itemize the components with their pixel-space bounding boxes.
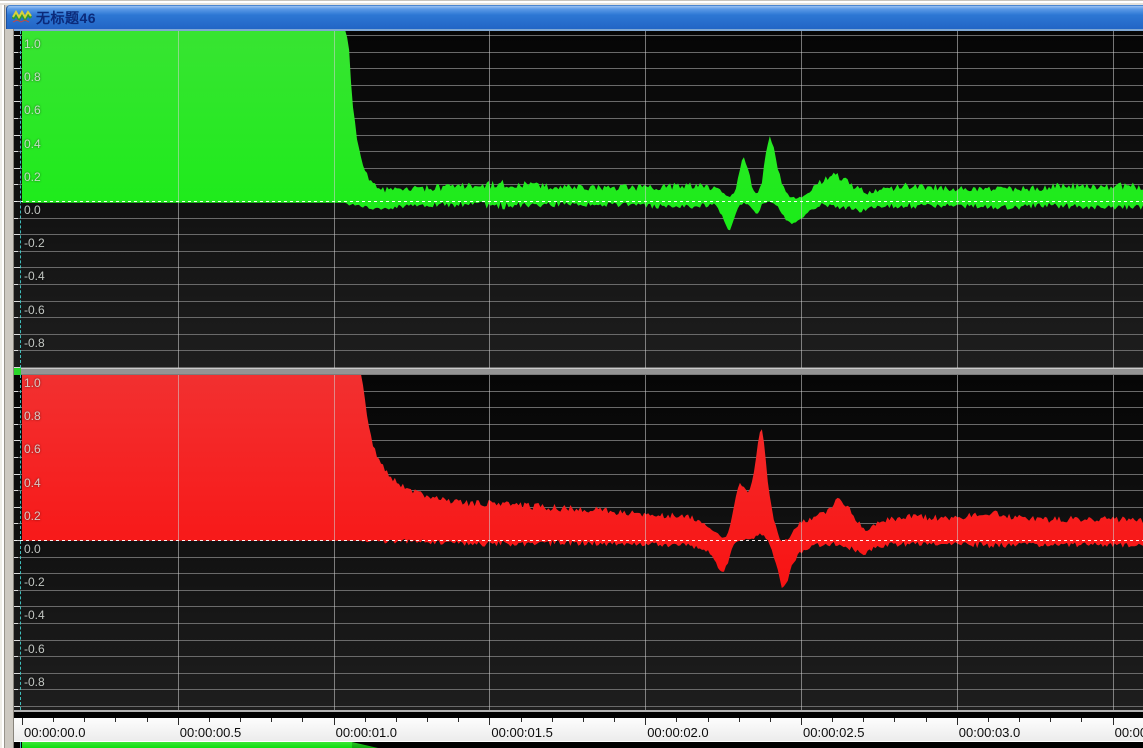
time-major-tick — [334, 718, 335, 725]
time-major-tick — [1113, 718, 1114, 725]
right-channel-waveform-svg — [14, 375, 1143, 710]
time-major-tick — [645, 718, 646, 725]
time-minor-tick — [84, 718, 85, 722]
time-minor-tick — [770, 718, 771, 722]
time-minor-tick — [676, 718, 677, 722]
time-major-tick — [801, 718, 802, 725]
time-minor-tick — [988, 718, 989, 722]
overview-taper — [352, 742, 378, 748]
selection-start-marker — [20, 742, 21, 748]
time-minor-tick — [863, 718, 864, 722]
time-label: 00:00:03.0 — [958, 725, 1021, 740]
window-title: 无标题46 — [36, 9, 97, 26]
time-label: 00:00:01.5 — [491, 725, 553, 740]
left-channel-waveform-svg — [14, 31, 1143, 368]
overview-filled-region — [22, 742, 352, 748]
waveform-zigzag-icon — [11, 10, 33, 25]
time-label: 00:00:02.0 — [647, 725, 709, 740]
time-minor-tick — [614, 718, 615, 722]
time-label: 00:00:00.5 — [179, 725, 242, 740]
selection-start-marker[interactable] — [20, 31, 21, 368]
right-channel-panel[interactable]: 1.0 0.8 0.6 0.4 0.2 0.0 -0.2 -0.4 -0.6 -0.8 — [14, 375, 1143, 710]
file-overview-strip[interactable] — [14, 742, 1143, 748]
time-label: 00:00:03.5 — [1114, 725, 1143, 740]
time-minor-tick — [209, 718, 210, 722]
time-minor-tick — [708, 718, 709, 722]
time-minor-tick — [1050, 718, 1051, 722]
time-minor-tick — [583, 718, 584, 722]
sound-window: 无标题46 1.0 0.8 0.6 0.4 0.2 0.0 -0.2 -0.4 -0.6 -0.8… — [0, 0, 1143, 748]
channel-splitter[interactable] — [14, 368, 1143, 375]
splitter-handle[interactable] — [14, 368, 21, 375]
window-left-frame — [0, 5, 14, 748]
time-minor-tick — [115, 718, 116, 722]
time-minor-tick — [147, 718, 148, 722]
time-label: 00:00:01.0 — [335, 725, 398, 740]
time-major-tick — [178, 718, 179, 725]
time-major-tick — [489, 718, 490, 725]
time-minor-tick — [240, 718, 241, 722]
time-major-tick — [957, 718, 958, 725]
selection-start-marker[interactable] — [20, 375, 21, 710]
time-ruler[interactable]: 00:00:00.0 00:00:00.5 00:00:01.0 00:00:01.5… — [14, 718, 1143, 741]
title-bar[interactable]: 无标题46 — [6, 5, 1143, 29]
time-minor-tick — [1019, 718, 1020, 722]
time-minor-tick — [832, 718, 833, 722]
time-minor-tick — [427, 718, 428, 722]
time-minor-tick — [552, 718, 553, 722]
time-label: 00:00:02.5 — [803, 725, 865, 740]
left-channel-panel[interactable]: 1.0 0.8 0.6 0.4 0.2 0.0 -0.2 -0.4 -0.6 -0.8 — [14, 31, 1143, 368]
time-minor-tick — [926, 718, 927, 722]
time-label: 00:00:00.0 — [24, 725, 86, 740]
time-minor-tick — [458, 718, 459, 722]
left-channel-waveform — [22, 31, 1143, 231]
time-minor-tick — [1081, 718, 1082, 722]
time-minor-tick — [365, 718, 366, 722]
time-minor-tick — [53, 718, 54, 722]
time-minor-tick — [302, 718, 303, 722]
right-channel-waveform — [22, 375, 1143, 588]
time-minor-tick — [396, 718, 397, 722]
time-minor-tick — [739, 718, 740, 722]
time-minor-tick — [894, 718, 895, 722]
time-minor-tick — [521, 718, 522, 722]
time-major-tick — [22, 718, 23, 725]
time-minor-tick — [271, 718, 272, 722]
